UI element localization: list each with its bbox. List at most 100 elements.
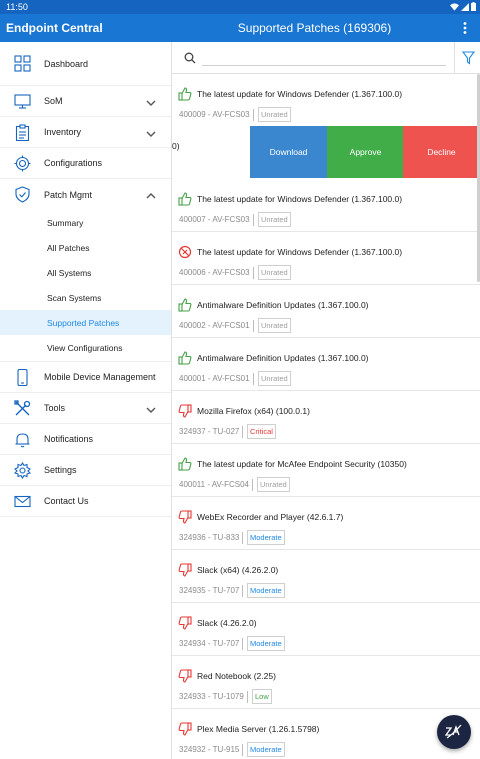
patch-row[interactable]: The latest update for McAfee Endpoint Se… [172,444,480,497]
patch-title: The latest update for Windows Defender (… [197,89,403,99]
severity-badge: Low [252,689,272,704]
overflow-menu-icon[interactable] [460,21,470,35]
subitem-label: Summary [47,217,84,228]
sidebar-item-inventory[interactable]: Inventory [0,117,171,148]
patch-row[interactable]: Slack (x64) (4.26.2.0) 324935 - TU-707 Mod… [172,550,480,603]
decline-button[interactable]: Decline [403,126,480,178]
separator [242,532,244,544]
patch-row[interactable]: Slack (4.26.2.0) 324934 - TU-707 Moderate [172,603,480,656]
patch-title: Antimalware Definition Updates (1.367.10… [197,353,369,363]
sidebar-item-patch-mgmt[interactable]: Patch Mgmt [0,179,171,210]
thumbs-up-icon [178,298,192,312]
patch-id: 400006 - AV-FCS03 [179,268,250,278]
sidebar-subitem-all-systems[interactable]: All Systems [0,260,171,285]
patch-id: 324936 - TU-833 [179,533,240,543]
sidebar-item-label: Mobile Device Management [44,372,156,382]
sidebar: Dashboard SoM Inventory Configurations P… [0,42,172,759]
shield-check-icon [14,186,31,203]
status-bar: 11:50 [0,0,480,14]
sidebar-subitem-summary[interactable]: Summary [0,210,171,235]
chevron-down-icon [145,96,157,108]
sidebar-item-tools[interactable]: Tools [0,393,171,424]
sidebar-item-label: Notifications [44,434,94,444]
patch-id: 324933 - TU-1079 [179,692,244,702]
signal-icon [461,2,469,11]
subitem-label: View Configurations [47,343,123,353]
patch-id-wrapper: 400007 - AV-FCS03 [179,214,254,226]
sidebar-item-label: Inventory [44,127,82,137]
sidebar-item-contact-us[interactable]: Contact Us [0,486,171,517]
severity-badge: Unrated [258,212,291,227]
patch-id-wrapper: 400002 - AV-FCS01 [179,320,254,332]
separator [252,109,254,121]
separator [252,214,254,226]
sidebar-item-label: Dashboard [44,58,89,69]
severity-badge: Unrated [257,477,290,492]
sidebar-item-settings[interactable]: Settings [0,455,171,486]
patch-row[interactable]: Antimalware Definition Updates (1.367.10… [172,338,480,391]
separator [242,744,244,756]
thumbs-up-icon [178,351,192,365]
thumbs-up-icon [178,457,192,471]
status-time: 11:50 [6,2,28,12]
blocked-icon [178,245,192,259]
patch-id: 400009 - AV-FCS03 [179,110,250,120]
sidebar-item-dashboard[interactable]: Dashboard [0,42,171,86]
separator [246,691,248,703]
app-brand: Endpoint Central [6,21,103,35]
dashboard-icon [14,55,31,72]
filter-icon [462,51,475,65]
bell-icon [14,431,31,448]
sidebar-subitem-all-patches[interactable]: All Patches [0,235,171,260]
page-title: Supported Patches (169306) [237,21,392,35]
sidebar-item-notifications[interactable]: Notifications [0,424,171,455]
severity-badge: Moderate [247,742,285,757]
chevron-down-icon [145,403,157,415]
download-button[interactable]: Download [250,126,327,178]
app-bar: Endpoint Central Supported Patches (1693… [0,14,480,42]
patch-title: WebEx Recorder and Player (42.6.1.7) [197,512,344,522]
search-bar [172,42,480,74]
search-input[interactable] [202,49,446,66]
patch-row[interactable]: Plex Media Server (1.26.1.5798) 324932 - … [172,709,480,759]
search-icon [184,51,196,64]
patch-id: 324937 - TU-027 [179,427,240,437]
patch-row[interactable]: WebEx Recorder and Player (42.6.1.7) 3249… [172,497,480,550]
patch-row[interactable]: The latest update for Windows Defender (… [172,74,480,127]
mobile-device-icon [14,368,31,387]
mail-icon [14,493,31,510]
patch-row[interactable]: Antimalware Definition Updates (1.367.10… [172,285,480,338]
sidebar-item-configurations[interactable]: Configurations [0,148,171,179]
severity-badge: Critical [247,424,276,439]
patch-id-wrapper: 324933 - TU-1079 [179,691,248,703]
patch-title: Slack (x64) (4.26.2.0) [197,565,279,575]
patch-row[interactable]: Red Notebook (2.25) 324933 - TU-1079 Low [172,656,480,709]
subitem-label: All Systems [47,267,92,278]
patch-row[interactable]: Mozilla Firefox (x64) (100.0.1) 324937 - … [172,391,480,444]
sidebar-item-label: SoM [44,96,63,106]
patch-row[interactable]: The latest update for Windows Defender (… [172,179,480,232]
subitem-label: All Patches [47,242,90,253]
thumbs-up-icon [178,87,192,101]
battery-icon [471,2,476,11]
sidebar-subitem-scan-systems[interactable]: Scan Systems [0,285,171,310]
status-icons [450,2,476,11]
approve-button[interactable]: Approve [327,126,404,178]
filter-button[interactable] [454,42,480,73]
bulk-action-fab[interactable] [437,715,471,749]
separator [242,638,244,650]
chevron-up-icon [145,189,157,201]
gear-icon [14,155,31,172]
severity-badge: Moderate [247,636,285,651]
chevron-down-icon [145,127,157,139]
patch-id-wrapper: 400001 - AV-FCS01 [179,373,254,385]
separator [252,320,254,332]
patch-id: 324935 - TU-707 [179,586,240,596]
sidebar-item-som[interactable]: SoM [0,86,171,117]
sidebar-item-mdm[interactable]: Mobile Device Management [0,362,171,393]
sidebar-subitem-view-configurations[interactable]: View Configurations [0,335,171,362]
severity-badge: Unrated [258,371,291,386]
sidebar-subitem-supported-patches[interactable]: Supported Patches [0,310,171,335]
sidebar-item-label: Patch Mgmt [44,189,93,200]
patch-row[interactable]: The latest update for Windows Defender (… [172,232,480,285]
